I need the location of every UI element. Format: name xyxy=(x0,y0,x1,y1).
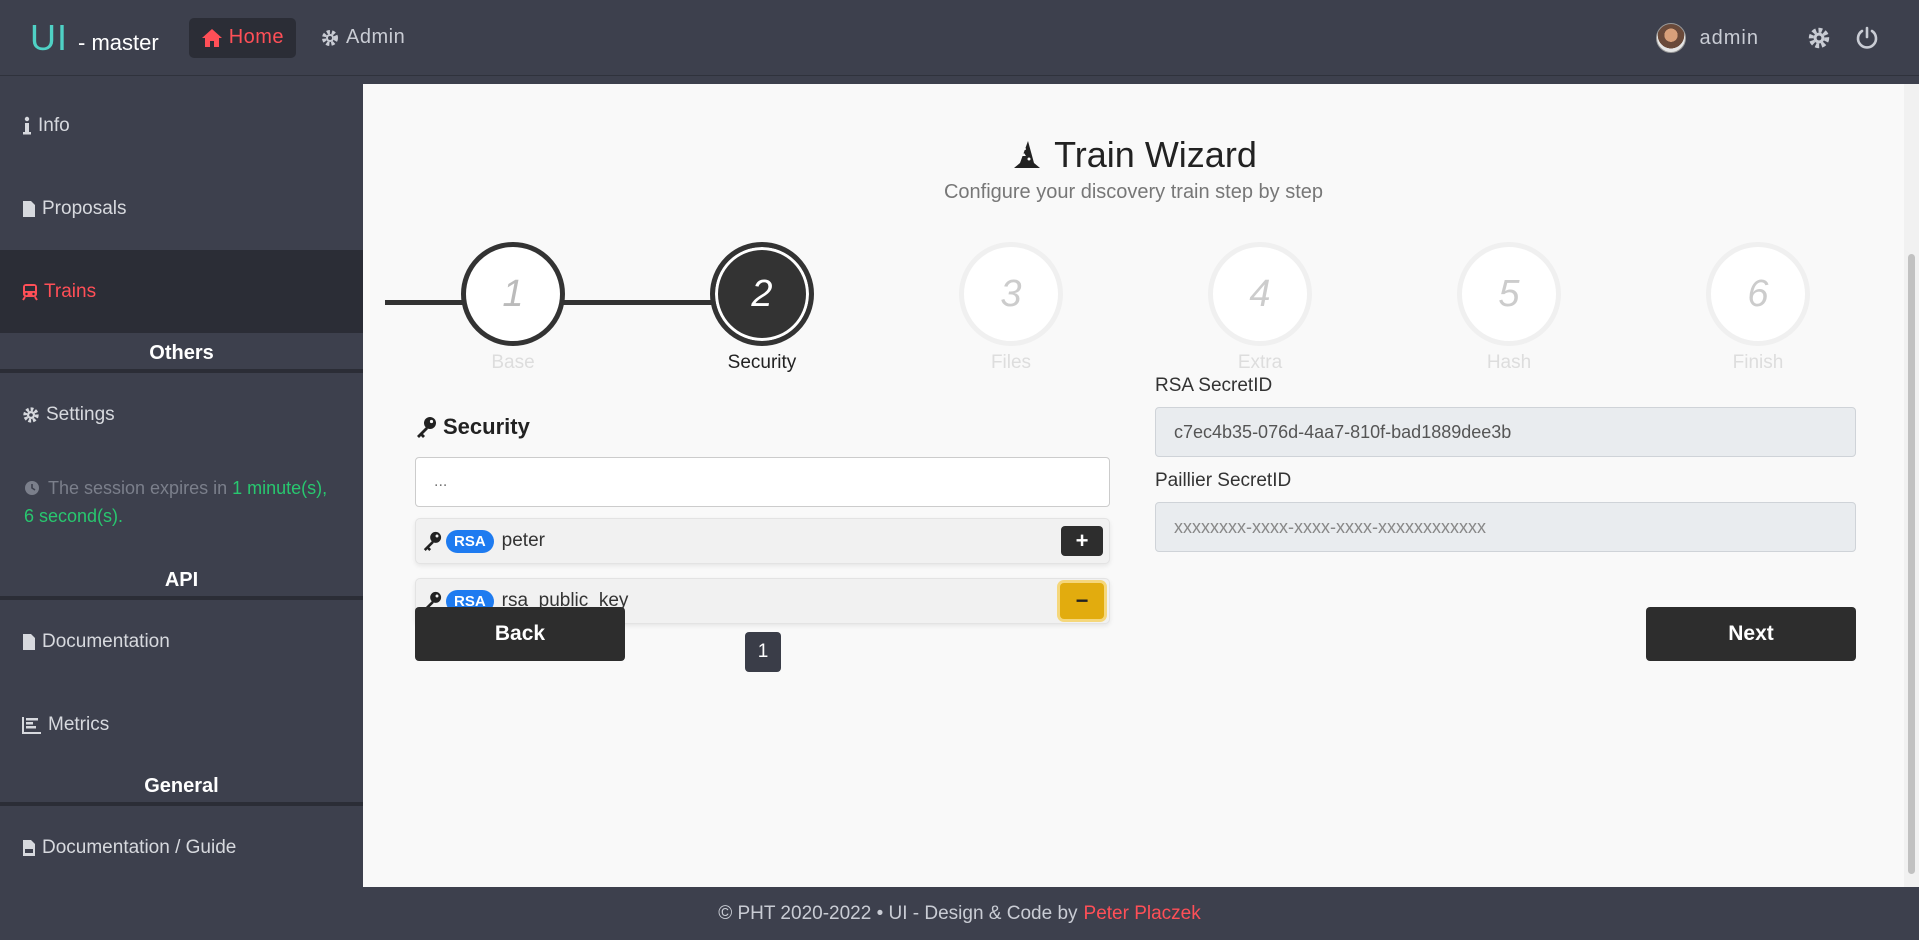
brand-logo[interactable]: UI - master xyxy=(30,17,159,59)
sidebar-item-label: Trains xyxy=(44,280,97,302)
sidebar-item-label: Info xyxy=(38,114,70,136)
key-search-input[interactable] xyxy=(415,457,1110,507)
logout-button[interactable] xyxy=(1855,26,1879,50)
security-heading: Security xyxy=(415,414,530,440)
sidebar-item-label: Metrics xyxy=(48,713,110,735)
step-label: Hash xyxy=(1486,352,1532,373)
step-circle: 5 xyxy=(1457,242,1561,346)
key-name: peter xyxy=(501,530,545,551)
nav-home-label: Home xyxy=(228,26,285,48)
username[interactable]: admin xyxy=(1700,27,1759,50)
step-files[interactable]: 3 Files xyxy=(959,242,1063,374)
power-icon xyxy=(1856,26,1878,49)
session-timer: The session expires in 1 minute(s), 6 se… xyxy=(0,456,363,560)
security-title: Security xyxy=(443,414,530,439)
main-content: Train Wizard Configure your discovery tr… xyxy=(363,84,1904,887)
train-icon xyxy=(22,283,38,301)
info-icon xyxy=(23,116,31,134)
pagination-page-1[interactable]: 1 xyxy=(745,632,781,672)
step-label: Extra xyxy=(1237,352,1283,373)
next-button[interactable]: Next xyxy=(1646,607,1856,661)
step-label: Security xyxy=(727,352,797,373)
list-item: RSA peter + xyxy=(415,518,1110,564)
key-icon xyxy=(417,417,436,438)
step-security[interactable]: 2 Security xyxy=(710,242,814,374)
footer-text: © PHT 2020-2022 • UI - Design & Code by xyxy=(718,902,1078,924)
key-type-badge: RSA xyxy=(446,529,494,553)
sidebar-heading-general: General xyxy=(0,766,363,806)
sidebar-heading-others: Others xyxy=(0,333,363,373)
sidebar-item-label: Documentation / Guide xyxy=(42,836,237,858)
sidebar-item-label: Proposals xyxy=(42,197,127,219)
sidebar-item-label: Documentation xyxy=(42,630,170,652)
user-area: admin xyxy=(1655,0,1879,76)
home-icon xyxy=(201,28,222,47)
sidebar-heading-api: API xyxy=(0,560,363,600)
page-title: Train Wizard xyxy=(363,134,1904,176)
avatar[interactable] xyxy=(1655,23,1686,53)
rsa-secret-field[interactable]: c7ec4b35-076d-4aa7-810f-bad1889dee3b xyxy=(1155,407,1856,457)
clock-icon xyxy=(25,481,39,495)
sidebar-item-proposals[interactable]: Proposals xyxy=(0,167,363,250)
wizard-steps: 1 Base 2 Security 3 Files 4 Extra 5 Hash… xyxy=(363,242,1904,373)
gear-icon xyxy=(23,406,39,423)
footer: © PHT 2020-2022 • UI - Design & Code by … xyxy=(0,887,1919,940)
sidebar-item-info[interactable]: Info xyxy=(0,84,363,167)
nav-home[interactable]: Home xyxy=(188,17,297,58)
paillier-secret-field[interactable]: xxxxxxxx-xxxx-xxxx-xxxx-xxxxxxxxxxxx xyxy=(1155,502,1856,552)
pdf-icon xyxy=(23,839,35,856)
step-extra[interactable]: 4 Extra xyxy=(1208,242,1312,374)
paillier-secret-label: Paillier SecretID xyxy=(1155,470,1292,491)
step-circle: 2 xyxy=(710,242,814,346)
brand-name: UI xyxy=(30,16,68,58)
sidebar-item-guide[interactable]: Documentation / Guide xyxy=(0,806,363,889)
sidebar-item-documentation[interactable]: Documentation xyxy=(0,600,363,683)
brand-suffix: - master xyxy=(78,29,159,55)
step-finish[interactable]: 6 Finish xyxy=(1706,242,1810,374)
sidebar-item-settings[interactable]: Settings xyxy=(0,373,363,456)
step-base[interactable]: 1 Base xyxy=(461,242,565,374)
file-icon xyxy=(23,200,35,217)
wizard-subtitle: Configure your discovery train step by s… xyxy=(943,181,1324,203)
remove-key-button[interactable]: − xyxy=(1060,583,1104,619)
gear-icon xyxy=(1808,27,1830,49)
settings-button[interactable] xyxy=(1807,26,1831,50)
top-navbar: UI - master Home Admin admin xyxy=(0,0,1919,76)
footer-author-link[interactable]: Peter Placzek xyxy=(1084,903,1201,925)
step-circle: 6 xyxy=(1706,242,1810,346)
wizard-title: Train Wizard xyxy=(1054,134,1257,175)
nav-admin[interactable]: Admin xyxy=(308,18,417,58)
file-icon xyxy=(23,633,35,650)
step-circle: 3 xyxy=(959,242,1063,346)
step-label: Files xyxy=(990,352,1032,373)
scrollbar[interactable] xyxy=(1904,84,1919,887)
key-icon xyxy=(423,531,442,551)
step-label: Base xyxy=(491,352,535,373)
step-circle: 4 xyxy=(1208,242,1312,346)
wizard-hat-icon xyxy=(1014,141,1041,168)
step-label: Finish xyxy=(1732,352,1784,373)
scrollbar-thumb[interactable] xyxy=(1908,254,1915,874)
chart-icon xyxy=(22,716,41,734)
add-key-button[interactable]: + xyxy=(1061,526,1103,556)
back-button[interactable]: Back xyxy=(415,607,625,661)
gear-icon xyxy=(322,29,339,46)
sidebar: Info Proposals Trains Others Settings Th… xyxy=(0,84,363,887)
sidebar-item-label: Settings xyxy=(46,403,115,425)
nav-admin-label: Admin xyxy=(346,26,406,48)
sidebar-item-metrics[interactable]: Metrics xyxy=(0,683,363,766)
session-prefix: The session expires in xyxy=(48,478,228,498)
step-circle: 1 xyxy=(461,242,565,346)
step-hash[interactable]: 5 Hash xyxy=(1457,242,1561,374)
sidebar-item-trains[interactable]: Trains xyxy=(0,250,363,333)
rsa-secret-label: RSA SecretID xyxy=(1155,375,1273,396)
